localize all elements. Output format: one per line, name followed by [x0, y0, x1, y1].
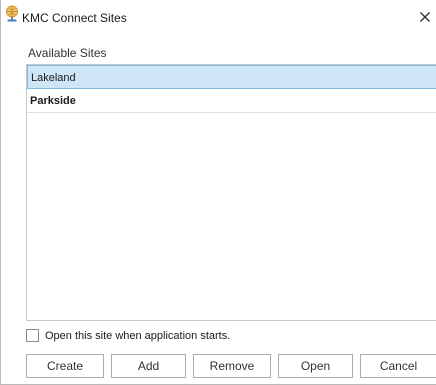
create-button[interactable]: Create — [26, 354, 104, 378]
window-title: KMC Connect Sites — [22, 11, 127, 25]
list-item[interactable]: Lakeland — [27, 65, 436, 89]
available-sites-label: Available Sites — [28, 46, 107, 60]
list-item[interactable]: Parkside — [27, 89, 436, 113]
open-on-startup-checkbox[interactable] — [26, 329, 39, 342]
cancel-button[interactable]: Cancel — [360, 354, 436, 378]
globe-connect-icon — [4, 5, 20, 22]
title-bar: KMC Connect Sites — [1, 0, 436, 40]
kmc-connect-sites-dialog: KMC Connect Sites Available Sites Lakela… — [0, 0, 436, 385]
open-button[interactable]: Open — [278, 354, 353, 378]
list-item-label: Parkside — [30, 95, 76, 107]
close-icon[interactable] — [418, 10, 432, 24]
open-on-startup-label: Open this site when application starts. — [45, 330, 231, 342]
list-item-label: Lakeland — [31, 72, 76, 84]
remove-button[interactable]: Remove — [193, 354, 271, 378]
site-list[interactable]: Lakeland Parkside — [26, 64, 436, 321]
add-button[interactable]: Add — [111, 354, 186, 378]
